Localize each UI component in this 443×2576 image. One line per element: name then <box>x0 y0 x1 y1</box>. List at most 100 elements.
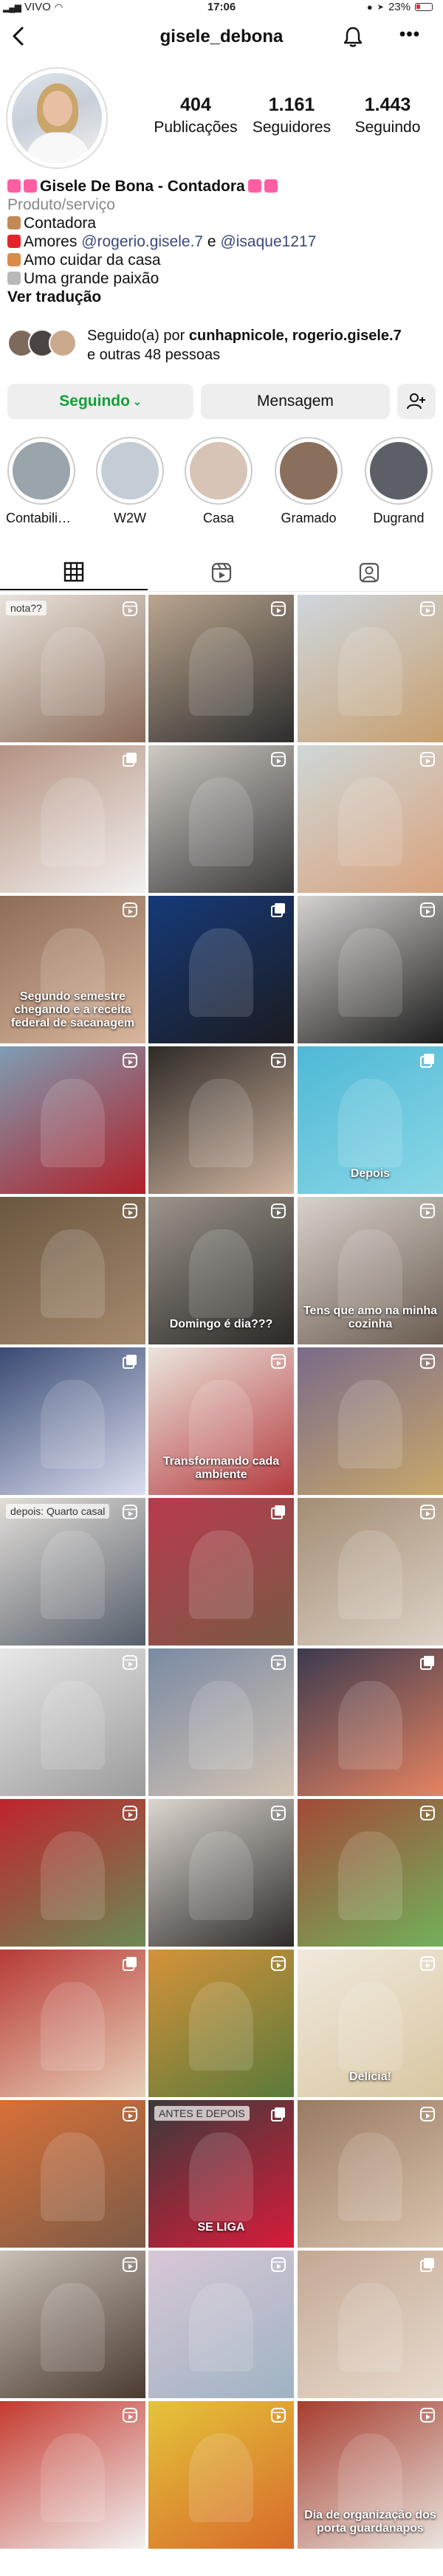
highlight-dugrand[interactable]: Dugrand <box>363 437 434 526</box>
post-thumbnail[interactable] <box>298 896 443 1043</box>
post-image <box>338 1831 402 1920</box>
post-image <box>189 1982 253 2071</box>
post-thumbnail[interactable] <box>298 1799 443 1947</box>
add-person-icon <box>407 393 425 410</box>
post-thumbnail[interactable] <box>148 745 294 893</box>
reel-icon <box>420 1956 435 1971</box>
tab-posts-grid[interactable] <box>0 555 148 590</box>
highlight-contabilidade[interactable]: Contabilidade <box>6 437 77 526</box>
post-thumbnail[interactable] <box>298 1648 443 1796</box>
bio-line-2: Amores @rogerio.gisele.7 e @isaque1217 <box>7 232 436 251</box>
profile-tabs <box>0 549 443 592</box>
post-thumbnail[interactable] <box>0 2251 145 2398</box>
post-caption-overlay: SE LIGA <box>197 2221 245 2234</box>
post-thumbnail[interactable] <box>0 2401 145 2549</box>
post-thumbnail[interactable]: Delícia! <box>298 1950 443 2097</box>
highlight-label: Casa <box>202 511 235 525</box>
post-thumbnail[interactable] <box>298 2251 443 2398</box>
highlight-gramado[interactable]: Gramado <box>273 437 344 526</box>
highlight-label: Dugrand <box>373 511 425 525</box>
reel-icon <box>420 1806 435 1820</box>
post-thumbnail[interactable] <box>0 745 145 893</box>
post-image <box>338 1681 402 1769</box>
post-thumbnail[interactable] <box>0 2100 145 2248</box>
tab-tagged[interactable] <box>295 555 443 590</box>
highlight-w2w[interactable]: W2W <box>95 437 165 526</box>
post-thumbnail[interactable] <box>148 896 294 1043</box>
post-thumbnail[interactable] <box>0 1950 145 2097</box>
post-thumbnail[interactable] <box>148 595 294 742</box>
post-thumbnail[interactable]: Depois <box>298 1046 443 1194</box>
post-thumbnail[interactable] <box>148 1648 294 1796</box>
post-thumbnail[interactable] <box>298 1498 443 1646</box>
post-thumbnail[interactable] <box>148 2251 294 2398</box>
message-button[interactable]: Mensagem <box>201 384 390 419</box>
following-button[interactable]: Seguindo ⌄ <box>7 384 193 419</box>
highlight-casa[interactable]: Casa <box>183 437 254 526</box>
post-thumbnail[interactable]: Transformando cada ambiente <box>148 1347 294 1495</box>
reel-icon <box>123 1655 137 1670</box>
highlight-ring <box>7 437 75 505</box>
post-thumbnail[interactable] <box>298 745 443 893</box>
profile-avatar[interactable] <box>6 67 108 169</box>
post-image <box>338 1079 402 1167</box>
following-button-label: Seguindo <box>59 393 130 410</box>
post-thumbnail[interactable] <box>148 1498 294 1646</box>
post-thumbnail[interactable] <box>0 1046 145 1194</box>
reel-icon <box>123 902 137 917</box>
heart-emoji-icon <box>24 179 37 193</box>
reel-icon <box>420 1505 435 1519</box>
followed-by[interactable]: Seguido(a) por cunhapnicole, rogerio.gis… <box>7 326 436 370</box>
stat-posts[interactable]: 404 Publicações <box>148 94 244 137</box>
post-caption-overlay: Domingo é dia??? <box>169 1318 273 1330</box>
post-image <box>41 2283 105 2372</box>
location-icon: ➤ <box>377 3 384 12</box>
notification-bell-icon[interactable] <box>341 25 365 49</box>
profile-actions: Seguindo ⌄ Mensagem <box>7 384 436 421</box>
post-thumbnail[interactable] <box>298 595 443 742</box>
post-thumbnail[interactable]: Segundo semestre chegando e a receita fe… <box>0 896 145 1043</box>
see-translation-link[interactable]: Ver tradução <box>7 288 436 306</box>
highlight-cover <box>280 442 337 500</box>
bio-mention-link-2[interactable]: @isaque1217 <box>220 233 316 250</box>
post-thumbnail[interactable] <box>298 1347 443 1495</box>
reel-icon <box>271 2257 286 2272</box>
highlight-cover <box>13 442 70 500</box>
status-bar: ▂▄▆ VIVO ◠ 17:06 ● ➤ 23% <box>0 0 443 13</box>
post-thumbnail[interactable] <box>148 1046 294 1194</box>
bio-mention-link-1[interactable]: @rogerio.gisele.7 <box>81 233 203 250</box>
post-image <box>41 1530 105 1619</box>
post-image <box>189 2283 253 2372</box>
post-thumbnail[interactable] <box>298 2100 443 2248</box>
post-thumbnail[interactable] <box>148 1950 294 2097</box>
stat-followers[interactable]: 1.161 Seguidores <box>244 94 340 137</box>
more-options-icon[interactable]: ••• <box>397 26 422 46</box>
reel-icon <box>271 1806 286 1820</box>
post-thumbnail[interactable] <box>0 1648 145 1796</box>
post-thumbnail[interactable] <box>0 1799 145 1947</box>
post-thumbnail[interactable]: Dia de organização dos porta guardanapos <box>298 2401 443 2549</box>
post-thumbnail[interactable] <box>148 1799 294 1947</box>
stat-following[interactable]: 1.443 Seguindo <box>340 94 436 137</box>
post-overlay-label: nota?? <box>6 601 47 615</box>
reel-icon <box>420 601 435 616</box>
post-image <box>41 1982 105 2071</box>
reel-icon <box>123 2408 137 2423</box>
highlight-ring <box>275 437 343 505</box>
following-label: Seguindo <box>354 119 421 136</box>
post-thumbnail[interactable]: depois: Quarto casal <box>0 1498 145 1646</box>
tab-reels[interactable] <box>148 555 295 590</box>
post-thumbnail[interactable]: nota?? <box>0 595 145 742</box>
post-image <box>338 2133 402 2221</box>
post-thumbnail[interactable]: Domingo é dia??? <box>148 1197 294 1344</box>
chevron-down-icon: ⌄ <box>132 395 142 407</box>
post-thumbnail[interactable]: ANTES E DEPOIS SE LIGA <box>148 2100 294 2248</box>
post-image <box>189 2133 253 2221</box>
post-thumbnail[interactable] <box>0 1347 145 1495</box>
suggested-users-button[interactable] <box>397 384 436 419</box>
post-thumbnail[interactable]: Tens que amo na minha cozinha <box>298 1197 443 1344</box>
post-thumbnail[interactable] <box>148 2401 294 2549</box>
carousel-icon <box>420 1656 434 1670</box>
post-thumbnail[interactable] <box>0 1197 145 1344</box>
bio-line-3: Amo cuidar da casa <box>7 251 436 269</box>
